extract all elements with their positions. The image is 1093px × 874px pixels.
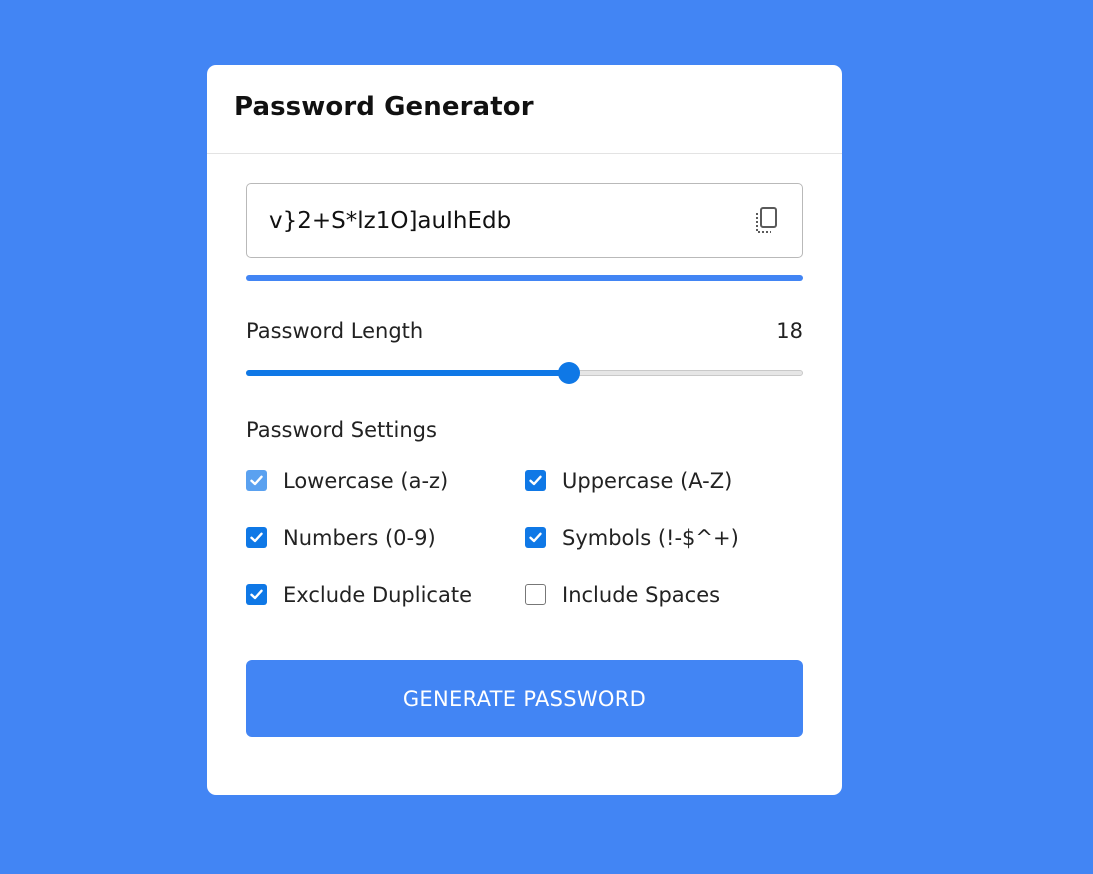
option-symbols[interactable]: Symbols (!-$^+) — [525, 521, 803, 554]
length-slider[interactable] — [246, 362, 803, 384]
card-header: Password Generator — [207, 65, 842, 154]
option-label: Lowercase (a-z) — [283, 468, 449, 493]
option-label: Exclude Duplicate — [283, 582, 472, 607]
option-uppercase[interactable]: Uppercase (A-Z) — [525, 464, 803, 497]
card-title: Password Generator — [234, 92, 534, 122]
settings-options: Lowercase (a-z) Uppercase (A-Z) Numbers … — [246, 464, 803, 611]
option-label: Numbers (0-9) — [283, 525, 436, 550]
checkbox-lowercase[interactable] — [246, 470, 267, 491]
checkbox-symbols[interactable] — [525, 527, 546, 548]
copy-icon[interactable] — [752, 206, 780, 236]
option-numbers[interactable]: Numbers (0-9) — [246, 521, 525, 554]
checkbox-include-spaces[interactable] — [525, 584, 546, 605]
password-output[interactable] — [269, 202, 729, 240]
checkbox-exclude-duplicate[interactable] — [246, 584, 267, 605]
slider-fill — [246, 370, 569, 376]
password-generator-card: Password Generator Password Length 18 Pa… — [207, 65, 842, 795]
option-include-spaces[interactable]: Include Spaces — [525, 578, 803, 611]
option-lowercase[interactable]: Lowercase (a-z) — [246, 464, 525, 497]
length-row: Password Length 18 — [246, 319, 803, 343]
settings-title: Password Settings — [246, 418, 437, 442]
option-label: Symbols (!-$^+) — [562, 525, 739, 550]
strength-indicator — [246, 275, 803, 281]
checkbox-numbers[interactable] — [246, 527, 267, 548]
card-body: Password Length 18 Password Settings Low… — [246, 183, 803, 737]
option-label: Include Spaces — [562, 582, 721, 607]
password-box — [246, 183, 803, 258]
length-label: Password Length — [246, 319, 424, 343]
option-label: Uppercase (A-Z) — [562, 468, 733, 493]
slider-thumb[interactable] — [558, 362, 580, 384]
length-value: 18 — [776, 319, 803, 343]
option-exclude-duplicate[interactable]: Exclude Duplicate — [246, 578, 525, 611]
checkbox-uppercase[interactable] — [525, 470, 546, 491]
generate-password-button[interactable]: GENERATE PASSWORD — [246, 660, 803, 737]
